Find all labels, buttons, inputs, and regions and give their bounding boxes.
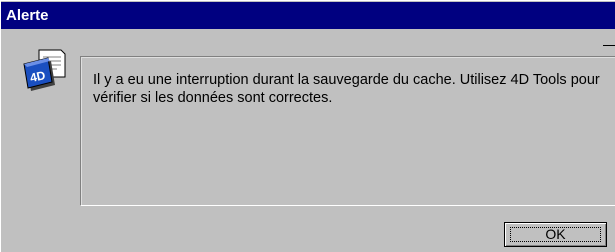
ok-button-label: OK bbox=[545, 226, 566, 242]
divider bbox=[603, 45, 615, 46]
window-title: Alerte bbox=[6, 7, 49, 24]
ok-button[interactable]: OK bbox=[504, 222, 607, 247]
4d-document-icon: 4D bbox=[21, 47, 69, 95]
title-bar: Alerte bbox=[1, 2, 615, 29]
message-panel: Il y a eu une interruption durant la sau… bbox=[80, 56, 615, 206]
alert-dialog: Alerte 4D Il y a eu une interruption dur… bbox=[0, 0, 615, 252]
alert-message: Il y a eu une interruption durant la sau… bbox=[93, 72, 600, 106]
